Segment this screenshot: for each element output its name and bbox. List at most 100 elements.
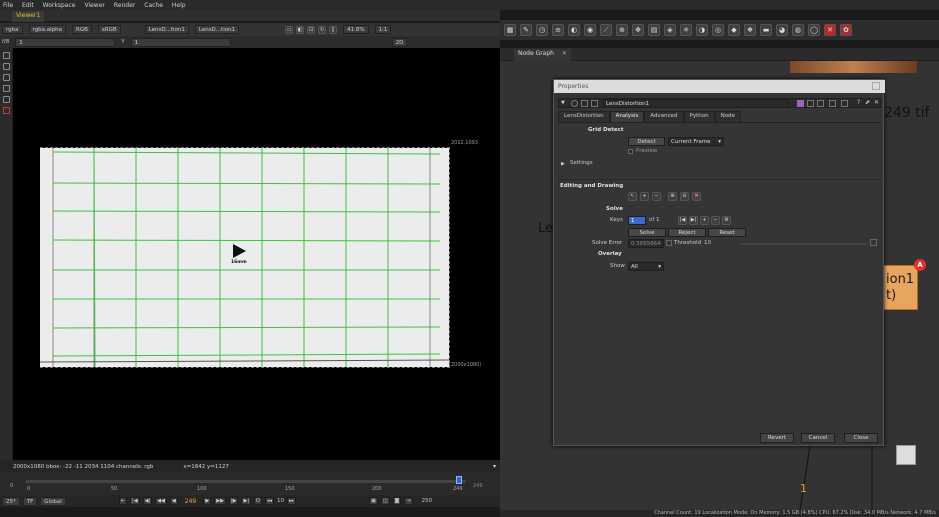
- threshold-checkbox[interactable]: [666, 240, 672, 246]
- add-line-icon[interactable]: ⊕: [668, 192, 677, 201]
- in-point-icon[interactable]: ⇤: [118, 497, 128, 505]
- ratio-dropdown[interactable]: 1:1: [374, 25, 392, 34]
- show-dropdown[interactable]: All ▾: [628, 262, 664, 271]
- tab-python[interactable]: Python: [683, 111, 715, 122]
- points-tool-icon[interactable]: [3, 74, 10, 81]
- properties-maximize-icon[interactable]: [872, 82, 880, 90]
- detect-range-dropdown[interactable]: Current Frame ▾: [668, 137, 724, 146]
- prev-key-icon[interactable]: ◀|: [142, 497, 153, 505]
- draw-icon[interactable]: ✎: [520, 24, 532, 36]
- monitor-icon[interactable]: ▣: [369, 497, 378, 505]
- channels-dropdown[interactable]: rgba: [2, 25, 23, 34]
- tab-advanced[interactable]: Advanced: [644, 111, 684, 122]
- ocula-icon[interactable]: ◕: [776, 24, 788, 36]
- detect-button[interactable]: Detect: [628, 137, 665, 146]
- proxy-icon[interactable]: ◫: [380, 497, 390, 505]
- input-b-dropdown[interactable]: LensD...tion1: [194, 25, 240, 34]
- tab-viewer1[interactable]: Viewer1: [12, 11, 45, 22]
- transform-tool-icon[interactable]: [3, 63, 10, 70]
- threshold-slider[interactable]: [740, 243, 866, 245]
- time-icon[interactable]: ◷: [536, 24, 548, 36]
- input-icon[interactable]: [591, 100, 598, 107]
- add-point-icon[interactable]: +: [640, 192, 649, 201]
- add-key-icon[interactable]: +: [700, 216, 709, 225]
- settings-expand-icon[interactable]: ▶: [561, 161, 565, 167]
- colorspace-dropdown[interactable]: RGB: [72, 25, 92, 34]
- end-frame-field[interactable]: 250: [422, 498, 433, 504]
- remove-point-icon[interactable]: −: [652, 192, 661, 201]
- menu-cache[interactable]: Cache: [144, 2, 163, 9]
- zoom-dropdown[interactable]: 41.8%: [343, 25, 369, 34]
- cache-icon[interactable]: ◙: [392, 497, 402, 505]
- other-icon[interactable]: ❖: [744, 24, 756, 36]
- menu-workspace[interactable]: Workspace: [43, 2, 76, 9]
- help-icon[interactable]: ?: [857, 99, 860, 106]
- keys-field[interactable]: 1: [628, 216, 646, 225]
- node-color-icon[interactable]: [797, 100, 804, 107]
- color-icon[interactable]: ◐: [568, 24, 580, 36]
- prev-increment-icon[interactable]: ◀◀: [155, 497, 167, 505]
- alpha-dropdown[interactable]: rgba.alpha: [28, 25, 67, 34]
- filter-icon[interactable]: ◉: [584, 24, 596, 36]
- gamma-slider[interactable]: 1: [130, 37, 231, 47]
- preview-checkbox[interactable]: [628, 149, 633, 154]
- playhead[interactable]: [456, 476, 462, 484]
- play-forward-icon[interactable]: ▶▶: [214, 497, 226, 505]
- last-key-icon[interactable]: ▶|: [689, 216, 698, 225]
- toolsets-icon[interactable]: ◆: [728, 24, 740, 36]
- float-panel-icon[interactable]: [581, 100, 588, 107]
- collapse-icon[interactable]: ▼: [561, 100, 565, 106]
- next-key-icon[interactable]: |▶: [228, 497, 239, 505]
- cancel-button[interactable]: Cancel: [801, 433, 835, 443]
- transform-icon[interactable]: ✥: [632, 24, 644, 36]
- particles-icon[interactable]: ✳: [680, 24, 692, 36]
- close-button[interactable]: Close: [844, 433, 878, 443]
- viewer-canvas[interactable]: 16mm 2012,1093 (2000x1080): [13, 48, 500, 460]
- increment-field[interactable]: 10: [277, 498, 284, 504]
- merge-icon[interactable]: ⊕: [616, 24, 628, 36]
- input-a-dropdown[interactable]: LensD...tion1: [144, 25, 189, 34]
- nuke-icon[interactable]: ✕: [824, 24, 836, 36]
- bezier-tool-icon[interactable]: [3, 85, 10, 92]
- select-tool-icon[interactable]: [3, 52, 10, 59]
- roi-icon[interactable]: ▭: [285, 25, 294, 34]
- info-menu-icon[interactable]: ▾: [493, 463, 496, 470]
- 3d-icon[interactable]: ▤: [648, 24, 660, 36]
- maximize-icon[interactable]: ⬈: [865, 99, 870, 106]
- first-key-icon[interactable]: |◀: [678, 216, 687, 225]
- select-cursor-icon[interactable]: ↖: [628, 192, 637, 201]
- view-mode-dropdown[interactable]: 2D: [391, 37, 408, 47]
- last-frame-icon[interactable]: ▶|: [241, 497, 252, 505]
- step-back-icon[interactable]: ◂◂: [265, 497, 275, 505]
- center-node-icon[interactable]: [571, 100, 578, 107]
- node-name-field[interactable]: LensDistortion1: [603, 99, 788, 108]
- range-dropdown[interactable]: Global: [40, 496, 66, 506]
- menu-help[interactable]: Help: [172, 2, 186, 9]
- first-frame-icon[interactable]: |◀: [130, 497, 140, 505]
- revert-button[interactable]: Revert: [760, 433, 794, 443]
- tab-node[interactable]: Node: [714, 111, 741, 122]
- revert-icon[interactable]: [829, 100, 836, 107]
- tab-analysis[interactable]: Analysis: [609, 111, 645, 122]
- menu-edit[interactable]: Edit: [22, 2, 34, 9]
- views-icon[interactable]: ◑: [696, 24, 708, 36]
- wipe-icon[interactable]: ◧: [296, 25, 305, 34]
- reset-button[interactable]: Reset: [708, 228, 746, 237]
- animation-icon[interactable]: [870, 239, 877, 246]
- image-icon[interactable]: ▦: [504, 24, 516, 36]
- reject-button[interactable]: Reject: [668, 228, 706, 237]
- undo-icon[interactable]: [807, 100, 814, 107]
- paint-tool-icon[interactable]: [3, 107, 10, 114]
- out-point-icon[interactable]: ⇥: [404, 497, 413, 505]
- solve-button[interactable]: Solve: [628, 228, 666, 237]
- channel-icon[interactable]: ≡: [552, 24, 564, 36]
- globe-icon[interactable]: ◯: [808, 24, 820, 36]
- feather-tool-icon[interactable]: [3, 96, 10, 103]
- plugin-icon[interactable]: ✿: [840, 24, 852, 36]
- lock-icon[interactable]: ⊡: [307, 25, 316, 34]
- metadata-icon[interactable]: ◎: [712, 24, 724, 36]
- next-frame-icon[interactable]: ▶: [203, 497, 212, 505]
- refresh-icon[interactable]: ↻: [318, 25, 327, 34]
- furnace-icon[interactable]: ▬: [760, 24, 772, 36]
- redo-icon[interactable]: [817, 100, 824, 107]
